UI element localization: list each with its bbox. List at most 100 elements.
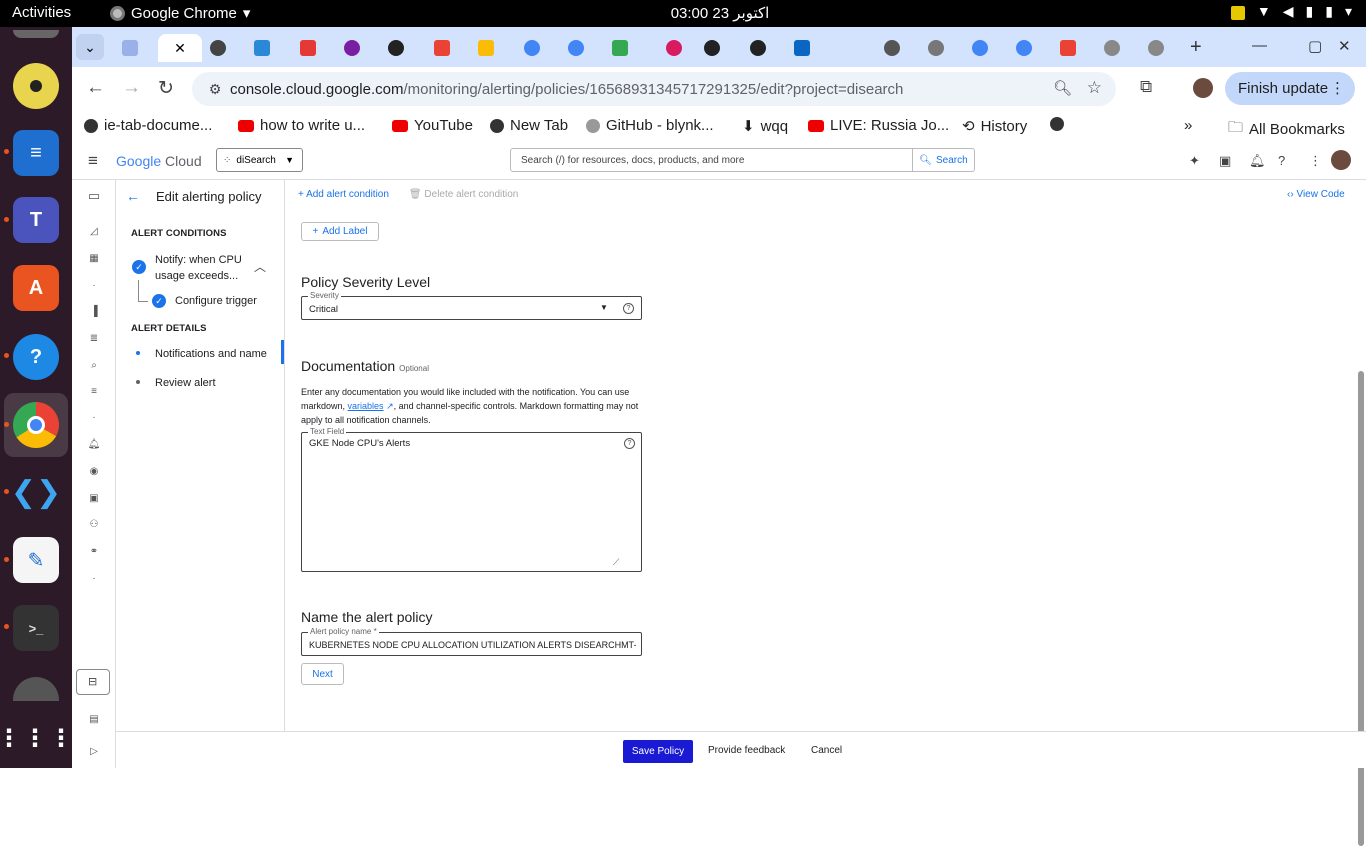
- extensions-icon[interactable]: ⧉: [1140, 77, 1152, 97]
- variables-link[interactable]: variables: [348, 401, 384, 411]
- close-icon[interactable]: ✕: [174, 40, 186, 57]
- browser-tab[interactable]: [874, 34, 910, 62]
- browser-tab[interactable]: [962, 34, 998, 62]
- bookmark-item[interactable]: ie-tab-docume...: [84, 117, 212, 134]
- resize-handle-icon[interactable]: ⟋: [613, 557, 619, 568]
- documentation-textarea[interactable]: Text Field GKE Node CPU's Alerts ? ⟋: [301, 427, 642, 572]
- rail-selected-box[interactable]: ⊟: [76, 669, 110, 695]
- browser-tab[interactable]: [1006, 34, 1042, 62]
- chrome-dock-icon[interactable]: [13, 402, 59, 448]
- browser-tab[interactable]: [784, 34, 820, 62]
- minimize-icon[interactable]: —: [1252, 37, 1267, 54]
- document-viewer-icon[interactable]: ≡: [13, 130, 59, 176]
- browser-tab-active[interactable]: ✕: [158, 34, 202, 62]
- google-cloud-logo[interactable]: Google Cloud: [116, 153, 202, 169]
- integrations-icon[interactable]: ⚭: [87, 546, 101, 557]
- expand-rail-icon[interactable]: ▷: [87, 746, 101, 757]
- browser-tab[interactable]: [378, 34, 414, 62]
- bookmark-item[interactable]: ⬇ wqq: [742, 117, 788, 136]
- help-icon[interactable]: ?: [623, 303, 634, 314]
- browser-tab[interactable]: [424, 34, 460, 62]
- browser-tab[interactable]: [602, 34, 638, 62]
- more-bookmarks-button[interactable]: »: [1184, 117, 1192, 134]
- bookmark-item[interactable]: New Tab: [490, 117, 568, 134]
- monitor-icon[interactable]: ▣: [87, 493, 101, 504]
- browser-tab[interactable]: [1050, 34, 1086, 62]
- next-button[interactable]: Next: [301, 663, 344, 685]
- condition-item-line2[interactable]: usage exceeds...: [155, 270, 238, 282]
- browser-tab[interactable]: [918, 34, 954, 62]
- bookmark-item[interactable]: ⟲ History: [962, 117, 1027, 136]
- app-center-icon[interactable]: A: [13, 265, 59, 311]
- severity-select[interactable]: Severity Critical ▼ ?: [301, 291, 642, 320]
- logs-icon[interactable]: ⌕: [87, 360, 101, 371]
- alert-policy-name-input[interactable]: Alert policy name * KUBERNETES NODE CPU …: [301, 627, 642, 656]
- browser-tab[interactable]: [656, 34, 692, 62]
- maximize-icon[interactable]: ▢: [1308, 37, 1322, 55]
- reload-icon[interactable]: ↻: [158, 77, 174, 100]
- text-editor-icon[interactable]: ✎: [13, 537, 59, 583]
- rhythmbox-icon[interactable]: [13, 63, 59, 109]
- add-label-button[interactable]: + Add Label: [301, 222, 379, 241]
- browser-tab[interactable]: [200, 34, 236, 62]
- activities-button[interactable]: Activities: [12, 4, 71, 21]
- console-search-input[interactable]: Search (/) for resources, docs, products…: [510, 148, 913, 172]
- browser-tab[interactable]: [244, 34, 280, 62]
- bookmark-item[interactable]: GitHub - blynk...: [586, 117, 714, 134]
- terminal-icon[interactable]: >_: [13, 605, 59, 651]
- browser-tab[interactable]: [558, 34, 594, 62]
- browser-tab[interactable]: [334, 34, 370, 62]
- scrollbar[interactable]: [1358, 371, 1364, 846]
- metrics-icon[interactable]: ▦: [87, 253, 101, 264]
- search-button[interactable]: 🔍︎ Search: [912, 148, 975, 172]
- back-arrow-icon[interactable]: ←: [126, 188, 140, 204]
- cancel-button[interactable]: Cancel: [811, 745, 842, 756]
- dock-app-partial-icon[interactable]: [13, 30, 59, 38]
- bookmark-item[interactable]: LIVE: Russia Jo...: [808, 117, 949, 134]
- browser-tab[interactable]: [740, 34, 776, 62]
- monitoring-icon[interactable]: ▭: [87, 188, 101, 204]
- bookmark-item[interactable]: [1050, 117, 1064, 131]
- notifications-icon[interactable]: 🔔︎: [1249, 153, 1266, 169]
- provide-feedback-button[interactable]: Provide feedback: [708, 745, 785, 756]
- save-policy-button[interactable]: Save Policy: [623, 740, 693, 763]
- configure-trigger-item[interactable]: Configure trigger: [175, 295, 257, 307]
- site-info-icon[interactable]: ⚙: [200, 81, 230, 98]
- add-alert-condition-button[interactable]: + Add alert condition: [298, 189, 389, 200]
- browser-tab[interactable]: [290, 34, 326, 62]
- bar-chart-icon[interactable]: ▐: [87, 306, 101, 317]
- vscode-icon[interactable]: ❮❯: [11, 469, 61, 515]
- help-icon[interactable]: ?: [13, 334, 59, 380]
- browser-tab[interactable]: [1094, 34, 1130, 62]
- delete-alert-condition-button[interactable]: 🗑︎ Delete alert condition: [409, 189, 518, 200]
- project-picker[interactable]: ⁘ diSearch ▼: [216, 148, 303, 172]
- hamburger-menu-icon[interactable]: ≡: [88, 151, 98, 171]
- help-icon[interactable]: ?: [1278, 153, 1285, 168]
- all-bookmarks-button[interactable]: 🗀 All Bookmarks: [1228, 117, 1345, 142]
- new-tab-button[interactable]: +: [1190, 36, 1202, 59]
- notes-icon[interactable]: [1230, 6, 1245, 20]
- system-tray[interactable]: ▼ ◀ ▮ ▮ ▾: [1230, 3, 1352, 20]
- dot-icon[interactable]: ·: [87, 573, 101, 584]
- app-menu[interactable]: Google Chrome ▾: [110, 4, 250, 22]
- bookmark-star-icon[interactable]: ☆: [1087, 78, 1102, 98]
- dot-icon[interactable]: ·: [87, 412, 101, 423]
- address-bar[interactable]: ⚙ console.cloud.google.com/monitoring/al…: [192, 72, 1116, 106]
- dock-app-partial-icon[interactable]: [13, 677, 59, 701]
- alerting-bell-icon[interactable]: 🔔︎: [87, 439, 101, 450]
- back-icon[interactable]: ←: [86, 77, 105, 99]
- bookmark-item[interactable]: YouTube: [392, 117, 473, 134]
- teams-icon[interactable]: T: [13, 197, 59, 243]
- tab-search-button[interactable]: ⌄: [76, 34, 104, 60]
- gemini-icon[interactable]: ✦: [1189, 153, 1200, 169]
- forward-icon[interactable]: →: [122, 77, 141, 99]
- trace-icon[interactable]: ≡: [87, 386, 101, 397]
- chevron-up-icon[interactable]: ︿: [254, 258, 266, 275]
- condition-item-line1[interactable]: Notify: when CPU: [155, 254, 242, 266]
- browser-tab[interactable]: [1138, 34, 1174, 62]
- show-apps-icon[interactable]: ⋮⋮⋮: [0, 715, 73, 761]
- release-notes-icon[interactable]: ▤: [87, 714, 101, 725]
- browser-tab[interactable]: [112, 34, 148, 62]
- uptime-icon[interactable]: ◉: [87, 466, 101, 477]
- browser-tab[interactable]: [514, 34, 550, 62]
